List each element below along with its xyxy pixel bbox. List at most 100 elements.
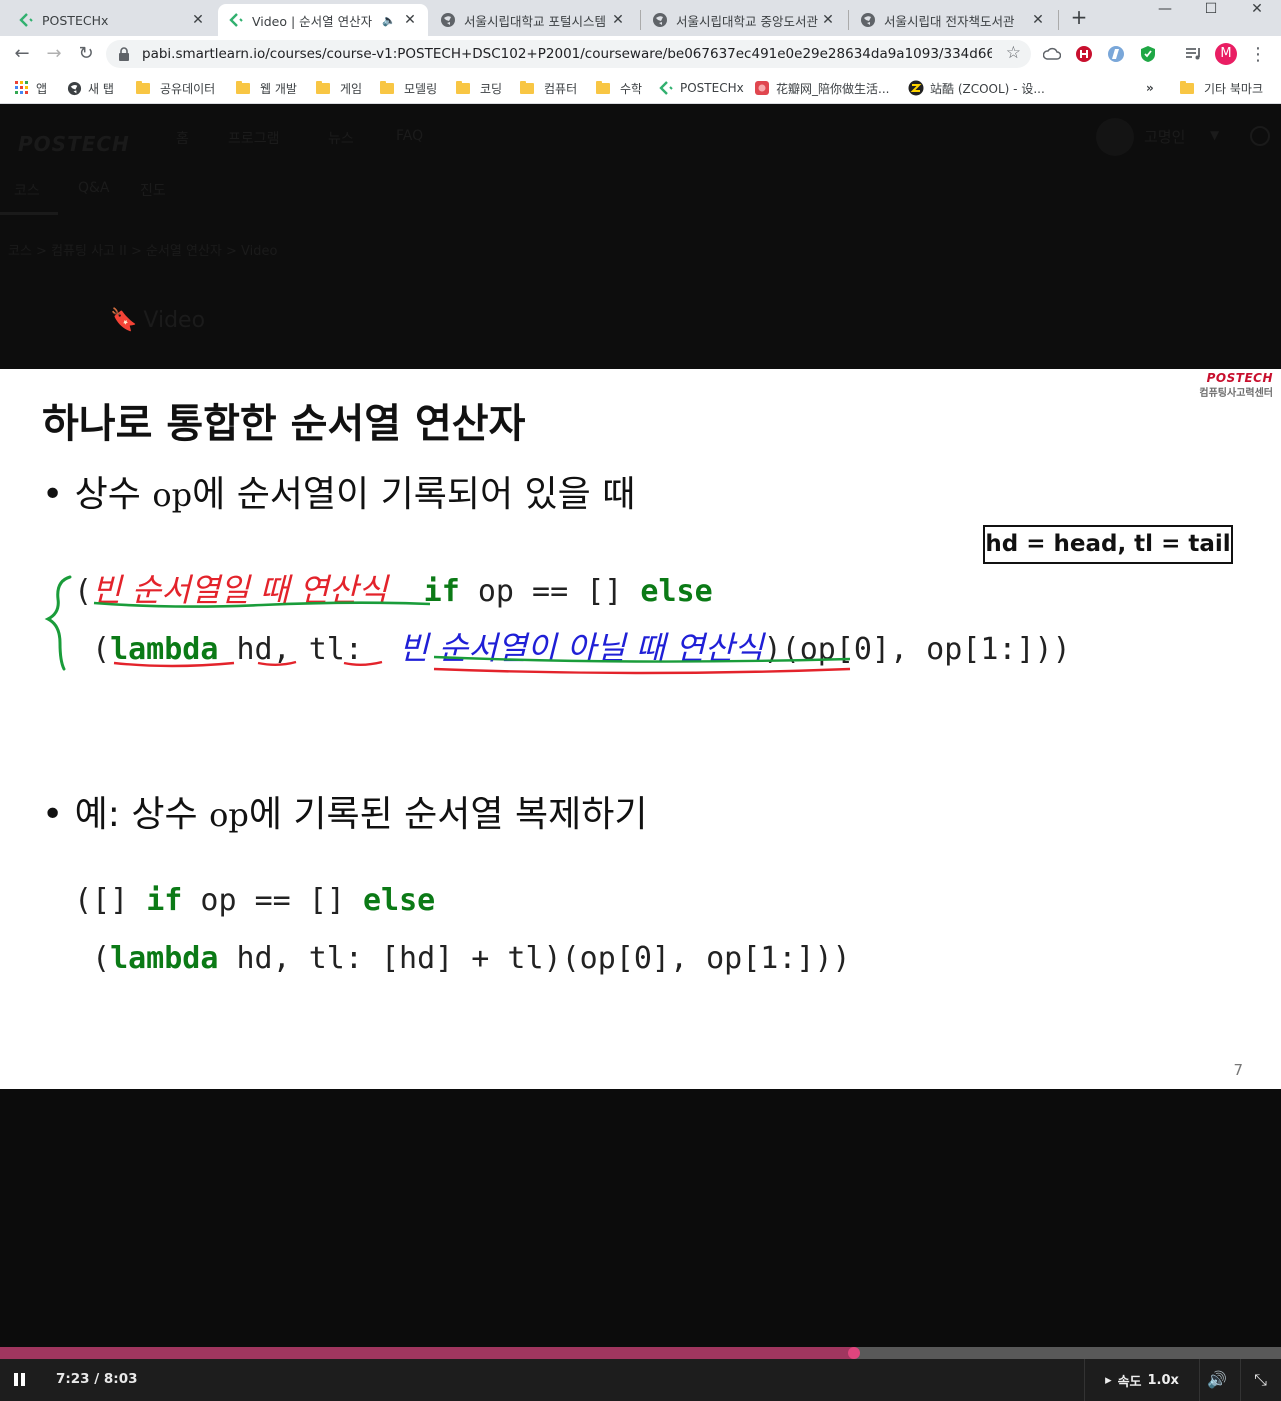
code-token: (: [92, 632, 111, 667]
progress-fill: [0, 1347, 855, 1359]
tab-close-icon[interactable]: ✕: [402, 12, 418, 28]
maximize-button[interactable]: ☐: [1188, 0, 1234, 30]
hand-drawn-brace-icon: [44, 575, 72, 671]
progress-scrubber-handle[interactable]: [848, 1347, 861, 1359]
tab-postechx[interactable]: POSTECHx ✕: [8, 4, 216, 36]
browser-tab-strip: POSTECHx ✕ Video | 순서열 연산자 | 🔈 ✕ 서울시립대학교…: [0, 0, 1281, 36]
folder-icon: [136, 80, 150, 94]
bookmark-label: 수학: [620, 81, 643, 96]
breadcrumb[interactable]: 코스 > 컴퓨팅 사고 II > 순서열 연산자 > Video: [8, 240, 277, 259]
bookmark-new-tab[interactable]: 새 탭: [66, 78, 114, 98]
postechx-favicon-icon: [228, 12, 244, 28]
bookmark-other[interactable]: 기타 북마크: [1180, 78, 1263, 98]
globe-icon[interactable]: [1250, 126, 1270, 146]
browser-menu-icon[interactable]: ⋮: [1248, 44, 1268, 65]
pause-button[interactable]: [14, 1373, 26, 1386]
globe-icon: [652, 12, 668, 28]
bookmark-label: 站酷 (ZCOOL) - 设...: [930, 81, 1045, 96]
course-page-overlay: POSTECH 홈 프로그램 뉴스 FAQ 고명인 ▼ 코스 Q&A 진도 코스…: [0, 104, 1281, 369]
bookmark-folder[interactable]: 모델링: [380, 78, 437, 98]
audio-playing-icon[interactable]: 🔈: [382, 14, 396, 27]
nav-program[interactable]: 프로그램: [228, 128, 280, 148]
green-underline-mark: [93, 601, 431, 608]
tab-library[interactable]: 서울시립대학교 중앙도서관 ✕: [642, 4, 846, 36]
speed-button[interactable]: ▸ 속도 1.0x: [1084, 1359, 1200, 1401]
bookmarks-overflow-button[interactable]: »: [1146, 78, 1154, 98]
bookmark-label: POSTECHx: [680, 81, 744, 95]
unit-title-text: Video: [143, 308, 206, 333]
tab-separator: [640, 10, 641, 30]
extension-cloud-icon[interactable]: [1042, 44, 1062, 64]
video-progress-bar[interactable]: [0, 1347, 1281, 1359]
tab-portal[interactable]: 서울시립대학교 포털시스템 ✕: [430, 4, 636, 36]
url-text: pabi.smartlearn.io/courses/course-v1:POS…: [142, 46, 992, 62]
active-tab-indicator: [0, 212, 58, 215]
profile-avatar[interactable]: M: [1215, 43, 1237, 65]
slide-page-number: 7: [1233, 1061, 1243, 1079]
bookmark-zcool[interactable]: 站酷 (ZCOOL) - 设...: [908, 78, 1045, 98]
code-token: (: [92, 941, 111, 976]
exit-fullscreen-icon[interactable]: ⤡: [1240, 1359, 1280, 1401]
forward-button[interactable]: →: [42, 42, 66, 66]
bookmark-label: 코딩: [480, 81, 503, 96]
tab-video[interactable]: Video | 순서열 연산자 | 🔈 ✕: [218, 4, 428, 36]
nav-news[interactable]: 뉴스: [328, 128, 354, 148]
tab-close-icon[interactable]: ✕: [610, 12, 626, 28]
back-button[interactable]: ←: [10, 42, 34, 66]
user-name[interactable]: 고명인: [1144, 126, 1185, 147]
extension-shield-icon[interactable]: [1138, 44, 1158, 64]
bookmark-label: 모델링: [404, 81, 438, 96]
bookmark-folder[interactable]: 웹 개발: [236, 78, 297, 98]
volume-icon[interactable]: 🔊: [1206, 1370, 1228, 1390]
tab-close-icon[interactable]: ✕: [1030, 12, 1046, 28]
reload-button[interactable]: ↻: [74, 42, 98, 66]
tab-course[interactable]: 코스: [14, 180, 40, 200]
chevron-down-icon[interactable]: ▼: [1210, 128, 1219, 142]
bookmark-star-icon[interactable]: ☆: [1006, 43, 1021, 63]
bookmark-folder[interactable]: 수학: [596, 78, 642, 98]
bookmark-folder[interactable]: 공유데이터: [136, 78, 215, 98]
media-control-icon[interactable]: [1184, 44, 1204, 64]
bookmark-folder[interactable]: 게임: [316, 78, 362, 98]
minimize-button[interactable]: —: [1142, 0, 1188, 30]
folder-icon: [456, 80, 470, 94]
globe-icon: [440, 12, 456, 28]
tab-progress[interactable]: 진도: [140, 180, 166, 200]
user-avatar-icon[interactable]: [1096, 118, 1134, 156]
bullet-text: • 예: 상수: [42, 794, 210, 835]
bookmark-folder[interactable]: 컴퓨터: [520, 78, 577, 98]
bookmark-folder[interactable]: 코딩: [456, 78, 502, 98]
video-controls: 7:23 / 8:03 ▸ 속도 1.0x 🔊 ⤡: [0, 1359, 1281, 1401]
folder-icon: [236, 80, 250, 94]
bookmark-label: 게임: [340, 81, 363, 96]
bullet-code: op: [209, 796, 249, 834]
tab-close-icon[interactable]: ✕: [190, 12, 206, 28]
new-tab-button[interactable]: +: [1068, 6, 1090, 28]
tab-qna[interactable]: Q&A: [78, 180, 110, 196]
extension-red-icon[interactable]: [1074, 44, 1094, 64]
code-token: ([]: [74, 883, 147, 918]
video-frame-slide[interactable]: POSTECH 컴퓨팅사고력센터 하나로 통합한 순서열 연산자 • 상수 op…: [0, 369, 1281, 1089]
tab-close-icon[interactable]: ✕: [820, 12, 836, 28]
bookmark-postechx[interactable]: POSTECHx: [658, 78, 744, 98]
zcool-favicon-icon: [908, 80, 924, 96]
nav-home[interactable]: 홈: [176, 128, 189, 148]
bookmark-huaban[interactable]: 花瓣网_陪你做生活...: [754, 78, 889, 98]
slide-logo: POSTECH 컴퓨팅사고력센터: [1199, 371, 1273, 399]
code-token: hd, tl: [hd] + tl)(op[0], op[1:])): [218, 941, 851, 976]
huaban-favicon-icon: [754, 80, 770, 96]
tab-ebook[interactable]: 서울시립대 전자책도서관 ✕: [850, 4, 1056, 36]
close-window-button[interactable]: ✕: [1234, 0, 1280, 30]
slide-bullet-1: • 상수 op에 순서열이 기록되어 있을 때: [42, 465, 635, 517]
code-keyword-else: else: [363, 883, 436, 918]
bookmark-icon[interactable]: 🔖: [110, 308, 137, 333]
slide-logo-bottom: 컴퓨팅사고력센터: [1199, 388, 1273, 399]
postechx-favicon-icon: [658, 80, 674, 96]
bookmark-label: 기타 북마크: [1204, 81, 1264, 96]
tab-title: Video | 순서열 연산자 |: [252, 13, 377, 29]
bookmark-apps[interactable]: 앱: [14, 78, 47, 98]
address-bar[interactable]: pabi.smartlearn.io/courses/course-v1:POS…: [106, 40, 1031, 68]
nav-faq[interactable]: FAQ: [396, 128, 423, 144]
site-logo: POSTECH: [18, 132, 130, 156]
extension-blue-icon[interactable]: [1106, 44, 1126, 64]
